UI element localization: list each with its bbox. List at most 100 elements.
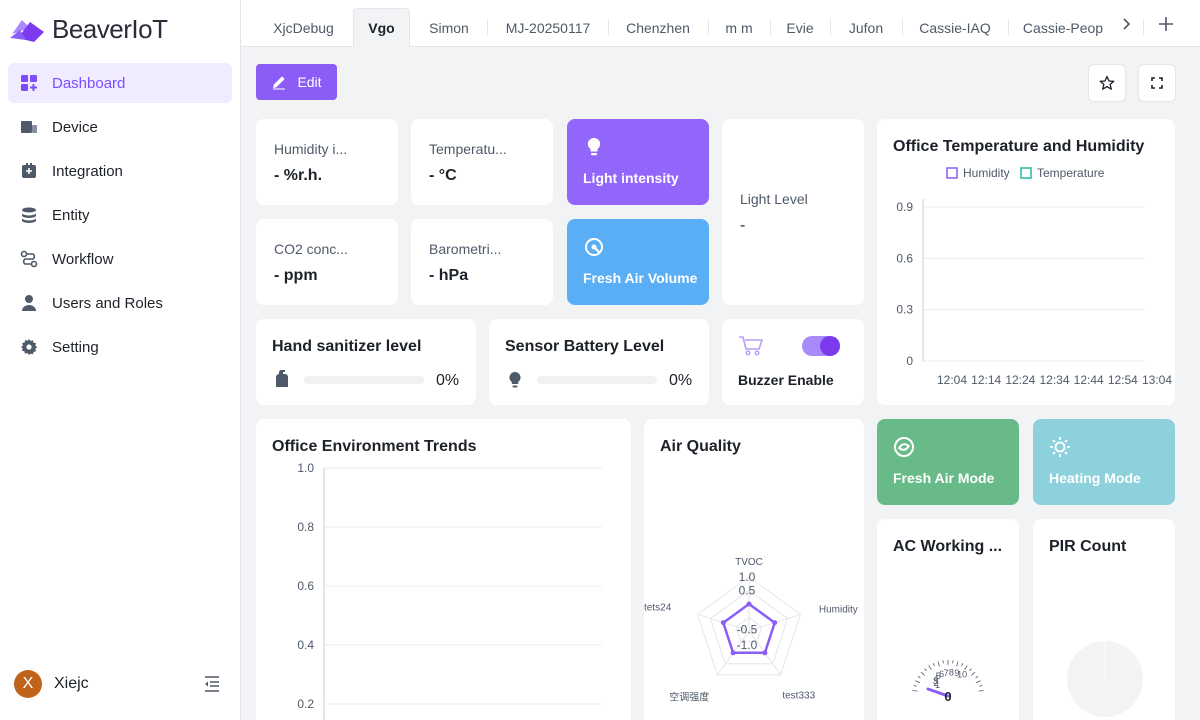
tab-cassie-peop[interactable]: Cassie-Peop — [1010, 8, 1116, 47]
tab-xjcdebug[interactable]: XjcDebug — [256, 8, 351, 47]
y-tick-label: 0.6 — [896, 251, 913, 265]
buzzer-card[interactable]: Buzzer Enable — [722, 319, 864, 405]
x-tick-label: 12:44 — [1074, 373, 1104, 387]
light-level-card[interactable]: Light Level - — [722, 119, 864, 305]
gauge-tick — [920, 671, 926, 676]
beaver-logo-icon — [10, 20, 44, 42]
buzzer-toggle[interactable] — [802, 336, 840, 356]
tab-cassie-iaq[interactable]: Cassie-IAQ — [904, 8, 1006, 47]
buzzer-label: Buzzer Enable — [738, 372, 834, 388]
sidebar-nav: Dashboard Device Integration Entity Work… — [8, 63, 232, 371]
sidebar-item-setting[interactable]: Setting — [8, 327, 232, 367]
light-level-value: - — [740, 217, 746, 234]
pencil-icon — [273, 76, 286, 90]
fresh-air-volume-tile[interactable]: Fresh Air Volume — [567, 219, 709, 305]
light-intensity-tile[interactable]: Light intensity — [567, 119, 709, 205]
user-icon — [20, 294, 38, 312]
sidebar-item-dashboard[interactable]: Dashboard — [8, 63, 232, 103]
barometric-value: - hPa — [429, 267, 469, 284]
y-tick-label: 0.9 — [896, 200, 913, 214]
tab-chenzhen[interactable]: Chenzhen — [610, 8, 706, 47]
fresh-air-mode-tile[interactable]: Fresh Air Mode — [877, 419, 1019, 505]
fresh-air-mode-label: Fresh Air Mode — [893, 470, 995, 486]
air-quality-radar-chart: TVOC Humidity test333 空调强度 tets24 1.00.5 -0.5-… — [644, 557, 858, 704]
gauge-tick — [979, 685, 983, 687]
y-tick-label: 0.8 — [297, 520, 314, 534]
pir-count-card[interactable]: PIR Count — [1033, 519, 1175, 720]
environment-trends-line-chart: 0.2 0.4 0.6 0.8 1.0 — [297, 461, 602, 720]
co2-value: - ppm — [274, 267, 318, 284]
device-icon — [20, 118, 38, 136]
fresh-air-volume-label: Fresh Air Volume — [583, 270, 698, 286]
app-logo[interactable]: BeaverIoT — [8, 12, 168, 46]
sidebar-item-entity[interactable]: Entity — [8, 195, 232, 235]
favorite-button[interactable] — [1088, 64, 1126, 102]
app-name: BeaverIoT — [52, 13, 168, 44]
sensor-battery-card[interactable]: Sensor Battery Level 0% — [489, 319, 709, 405]
barometric-label: Barometri... — [429, 241, 502, 257]
gauge-tick — [913, 685, 917, 687]
fullscreen-button[interactable] — [1138, 64, 1176, 102]
tab-separator — [1008, 19, 1009, 35]
tab-simon[interactable]: Simon — [412, 8, 486, 47]
dashboard-icon — [20, 74, 38, 92]
radar-tick-label: -1.0 — [737, 638, 758, 652]
tab-separator — [830, 19, 831, 35]
tab-m-m[interactable]: m m — [710, 8, 768, 47]
add-tab-icon[interactable] — [1157, 15, 1175, 33]
sidebar-item-label: Entity — [52, 206, 90, 224]
gauge-tick — [924, 668, 927, 672]
star-icon — [1099, 75, 1115, 90]
gauge-tick — [917, 675, 921, 679]
legend-label: Humidity — [963, 166, 1010, 180]
sidebar-item-label: Setting — [52, 338, 99, 356]
sidebar-item-label: Workflow — [52, 250, 114, 268]
collapse-sidebar-icon[interactable] — [202, 675, 222, 693]
heating-mode-tile[interactable]: Heating Mode — [1033, 419, 1175, 505]
x-tick-label: 12:54 — [1108, 373, 1138, 387]
office-environment-trends-card[interactable]: Office Environment Trends 0.2 0.4 0.6 0.8 1.… — [256, 419, 631, 720]
pir-count-pie-chart — [1067, 641, 1143, 717]
tab-vgo[interactable]: Vgo — [353, 8, 410, 47]
tab-jufon[interactable]: Jufon — [832, 8, 900, 47]
y-tick-label: 1.0 — [297, 461, 314, 475]
sidebar-item-label: Device — [52, 118, 98, 136]
gauge-tick — [937, 661, 940, 667]
tab-evie[interactable]: Evie — [772, 8, 828, 47]
radar-tick-label: -0.5 — [737, 623, 758, 637]
humidity-card[interactable]: Humidity i... - %r.h. — [256, 119, 398, 205]
radar-point — [720, 620, 726, 626]
workflow-icon — [20, 250, 38, 268]
sidebar-item-integration[interactable]: Integration — [8, 151, 232, 191]
legend-swatch — [1020, 167, 1032, 179]
sidebar-item-label: Integration — [52, 162, 123, 180]
gauge-tick — [969, 668, 972, 672]
sidebar-item-device[interactable]: Device — [8, 107, 232, 147]
tab-mj-20250117[interactable]: MJ-20250117 — [489, 8, 607, 47]
radar-indicator-label: test333 — [782, 691, 815, 702]
office-temp-humidity-card[interactable]: Office Temperature and Humidity Humidity… — [877, 119, 1175, 405]
tab-separator — [487, 19, 488, 35]
air-quality-card[interactable]: Air Quality TVOC Humidity test333 空调强度 tets2… — [644, 419, 864, 720]
temp-humidity-line-chart: Humidity Temperature 0 0.3 0.6 0.9 12:04 12:14 1… — [896, 166, 1172, 387]
gauge-tick — [961, 663, 964, 667]
temperature-card[interactable]: Temperatu... - °C — [411, 119, 553, 205]
sanitizer-bottle-icon — [276, 370, 288, 387]
ac-working-card[interactable]: AC Working ... 1 2 3 4 5 6 7 8 9 10 0 — [877, 519, 1019, 720]
barometric-card[interactable]: Barometri... - hPa — [411, 219, 553, 305]
co2-card[interactable]: CO2 conc... - ppm — [256, 219, 398, 305]
gauge-scale-label: 8 — [949, 667, 954, 677]
hand-sanitizer-card[interactable]: Hand sanitizer level 0% — [256, 319, 476, 405]
edit-button[interactable]: Edit — [256, 64, 337, 100]
gauge-scale-label: 10 — [957, 670, 967, 680]
gauge-tick — [975, 675, 979, 679]
cart-icon — [739, 336, 763, 356]
sidebar-item-workflow[interactable]: Workflow — [8, 239, 232, 279]
dashboard-tabs: XjcDebug Vgo Simon MJ-20250117 Chenzhen … — [241, 0, 1200, 47]
gauge-tick — [932, 663, 935, 667]
user-profile[interactable]: X Xiejc — [14, 670, 89, 698]
chevron-right-icon[interactable] — [1119, 17, 1133, 31]
sidebar-item-users-and-roles[interactable]: Users and Roles — [8, 283, 232, 323]
user-name: Xiejc — [54, 675, 89, 692]
radar-indicator-label: TVOC — [735, 557, 763, 568]
